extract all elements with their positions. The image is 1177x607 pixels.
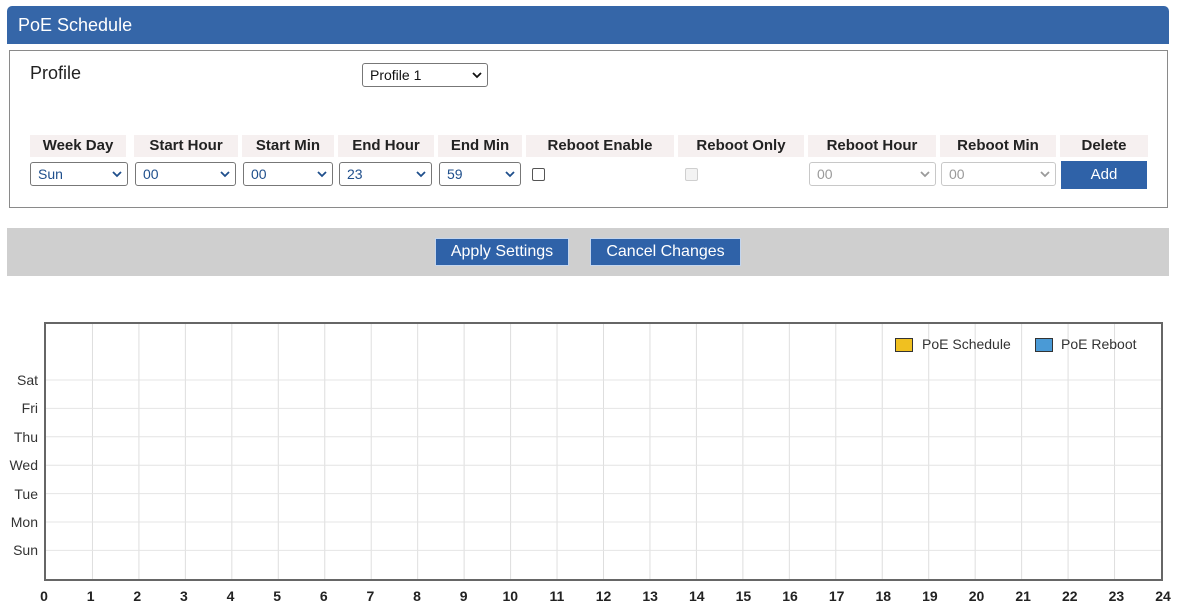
schedule-chart-grid xyxy=(46,324,1161,579)
x-axis-tick-label: 15 xyxy=(735,588,752,604)
x-axis-tick-label: 20 xyxy=(968,588,985,604)
x-axis-tick-label: 0 xyxy=(40,588,48,604)
start-hour-value: 00 xyxy=(143,166,159,182)
reboot-min-value: 00 xyxy=(949,166,965,182)
action-bar xyxy=(7,228,1169,276)
legend-swatch-schedule xyxy=(895,338,913,352)
col-reboot-only: Reboot Only xyxy=(678,135,804,157)
chevron-down-icon xyxy=(920,171,930,178)
x-axis-tick-label: 7 xyxy=(366,588,375,604)
x-axis-tick-label: 5 xyxy=(273,588,282,604)
x-axis-tick-label: 10 xyxy=(502,588,519,604)
col-end-hour: End Hour xyxy=(338,135,434,157)
col-reboot-hour: Reboot Hour xyxy=(808,135,936,157)
panel-header: PoE Schedule xyxy=(7,6,1169,44)
x-axis-tick-label: 13 xyxy=(642,588,658,604)
week-day-value: Sun xyxy=(38,166,63,182)
y-axis-label: Sat xyxy=(16,372,38,388)
x-axis-tick-label: 3 xyxy=(179,588,188,604)
x-axis-tick-label: 21 xyxy=(1015,588,1031,604)
x-axis-tick-label: 11 xyxy=(549,588,565,604)
x-axis-tick-label: 19 xyxy=(922,588,938,604)
col-start-hour: Start Hour xyxy=(134,135,238,157)
cancel-changes-button[interactable]: Cancel Changes xyxy=(590,238,741,266)
chevron-down-icon xyxy=(112,171,122,178)
x-axis-tick-label: 16 xyxy=(782,588,798,604)
x-axis-tick-label: 23 xyxy=(1108,588,1125,604)
end-hour-select[interactable]: 23 xyxy=(339,162,432,186)
legend-label-schedule: PoE Schedule xyxy=(922,336,1011,352)
x-axis-tick-label: 22 xyxy=(1061,588,1078,604)
x-axis-tick-label: 14 xyxy=(688,588,705,604)
apply-settings-button[interactable]: Apply Settings xyxy=(435,238,569,266)
col-reboot-enable: Reboot Enable xyxy=(526,135,674,157)
start-min-value: 00 xyxy=(251,166,267,182)
week-day-select[interactable]: Sun xyxy=(30,162,128,186)
x-axis-tick-label: 9 xyxy=(459,588,468,604)
start-hour-select[interactable]: 00 xyxy=(135,162,236,186)
col-reboot-min: Reboot Min xyxy=(940,135,1056,157)
reboot-hour-value: 00 xyxy=(817,166,833,182)
col-week-day: Week Day xyxy=(30,135,126,157)
legend-swatch-reboot xyxy=(1035,338,1053,352)
end-min-value: 59 xyxy=(447,166,463,182)
y-axis-label: Fri xyxy=(21,400,38,417)
x-axis-tick-label: 6 xyxy=(319,588,328,604)
col-start-min: Start Min xyxy=(242,135,334,157)
chevron-down-icon xyxy=(220,171,230,178)
y-axis-label: Mon xyxy=(10,514,38,530)
legend-label-reboot: PoE Reboot xyxy=(1061,336,1137,352)
y-axis-label: Wed xyxy=(9,457,38,474)
profile-select[interactable]: Profile 1 xyxy=(362,63,488,87)
reboot-min-select: 00 xyxy=(941,162,1056,186)
chevron-down-icon xyxy=(505,171,515,178)
y-axis-label: Thu xyxy=(13,428,38,445)
panel-title: PoE Schedule xyxy=(18,15,133,35)
profile-label: Profile xyxy=(30,63,82,83)
x-axis-tick-label: 4 xyxy=(226,588,235,604)
reboot-hour-select: 00 xyxy=(809,162,936,186)
x-axis-tick-label: 2 xyxy=(133,588,142,604)
x-axis-tick-label: 24 xyxy=(1155,588,1171,604)
y-axis-label: Sun xyxy=(13,542,38,559)
x-axis-tick-label: 17 xyxy=(828,588,845,604)
profile-select-value: Profile 1 xyxy=(370,67,422,83)
reboot-only-checkbox xyxy=(685,168,698,181)
col-delete: Delete xyxy=(1060,135,1148,157)
start-min-select[interactable]: 00 xyxy=(243,162,333,186)
chevron-down-icon xyxy=(317,171,327,178)
chevron-down-icon xyxy=(472,72,482,79)
x-axis-tick-label: 12 xyxy=(595,588,612,604)
chevron-down-icon xyxy=(416,171,426,178)
y-axis-label: Tue xyxy=(14,485,38,502)
x-axis-tick-label: 18 xyxy=(875,588,892,604)
chevron-down-icon xyxy=(1040,171,1050,178)
col-end-min: End Min xyxy=(438,135,522,157)
end-min-select[interactable]: 59 xyxy=(439,162,521,186)
x-axis-tick-label: 8 xyxy=(413,588,421,604)
add-button[interactable]: Add xyxy=(1061,161,1147,189)
x-axis-tick-label: 1 xyxy=(86,588,95,604)
schedule-chart: PoE Schedule PoE Reboot xyxy=(44,322,1163,581)
reboot-enable-checkbox[interactable] xyxy=(532,168,545,181)
end-hour-value: 23 xyxy=(347,166,363,182)
